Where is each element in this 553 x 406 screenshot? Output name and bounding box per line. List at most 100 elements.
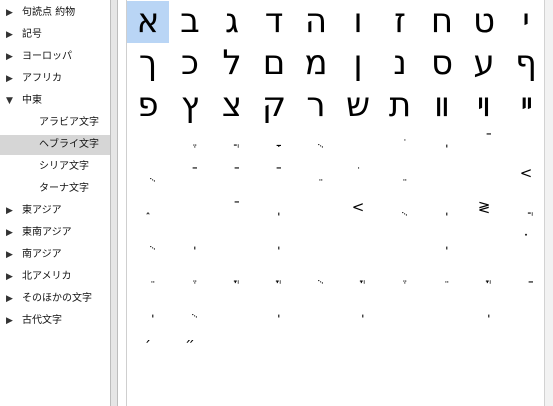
character-cell[interactable]: ס — [421, 43, 463, 85]
mark-cell[interactable]: ֿ — [463, 127, 505, 161]
mark-cell[interactable]: ֽ — [421, 127, 463, 161]
mark-cell[interactable]: ֽ — [253, 297, 295, 331]
disclosure-expanded-icon[interactable]: ▼ — [6, 91, 16, 111]
mark-cell[interactable]: ֵ — [379, 161, 421, 195]
sidebar-item[interactable]: アラビア文字 — [0, 113, 110, 133]
mark-cell[interactable]: ֽ — [127, 297, 169, 331]
character-cell[interactable]: ר — [295, 85, 337, 127]
mark-cell[interactable]: ֵ — [421, 263, 463, 297]
sidebar-item[interactable]: ▼ 中東 — [0, 91, 110, 111]
character-cell[interactable]: ף — [505, 43, 544, 85]
mark-cell[interactable]: ֽ — [253, 195, 295, 229]
disclosure-collapsed-icon[interactable]: ▶ — [6, 201, 16, 221]
sidebar-item[interactable]: ▶ 古代文字 — [0, 311, 110, 331]
mark-cell[interactable] — [337, 127, 379, 161]
character-cell[interactable]: ו — [337, 1, 379, 43]
mark-cell[interactable]: ׳ — [127, 331, 169, 365]
character-cell[interactable]: א — [127, 1, 169, 43]
character-cell[interactable]: ב — [169, 1, 211, 43]
mark-cell[interactable] — [127, 127, 169, 161]
mark-cell[interactable]: ֶ — [169, 127, 211, 161]
mark-cell[interactable] — [253, 331, 295, 365]
mark-cell[interactable]: ֵ — [295, 161, 337, 195]
mark-cell[interactable]: ֻ — [379, 195, 421, 229]
mark-cell[interactable] — [379, 297, 421, 331]
character-cell[interactable]: ץ — [169, 85, 211, 127]
character-cell[interactable]: ע — [463, 43, 505, 85]
sidebar-item[interactable]: ▶ 記号 — [0, 25, 110, 45]
mark-cell[interactable]: ֑ — [127, 195, 169, 229]
mark-cell[interactable]: ֽ — [337, 297, 379, 331]
mark-cell[interactable]: ֿ — [169, 161, 211, 195]
character-cell[interactable]: ױ — [463, 85, 505, 127]
disclosure-collapsed-icon[interactable]: ▶ — [6, 223, 16, 243]
disclosure-collapsed-icon[interactable]: ▶ — [6, 69, 16, 89]
mark-cell[interactable] — [463, 331, 505, 365]
mark-cell[interactable] — [337, 331, 379, 365]
sidebar-item[interactable]: ▶ ヨーロッパ — [0, 47, 110, 67]
character-cell[interactable]: ל — [211, 43, 253, 85]
mark-cell[interactable]: < — [337, 195, 379, 229]
mark-cell[interactable] — [421, 331, 463, 365]
mark-cell[interactable]: ֲ — [211, 127, 253, 161]
sidebar-item[interactable]: ターナ文字 — [0, 179, 110, 199]
mark-cell[interactable]: ֻ — [295, 263, 337, 297]
split-divider[interactable] — [110, 0, 118, 406]
mark-cell[interactable] — [211, 331, 253, 365]
sidebar-item[interactable]: ▶ 北アメリカ — [0, 267, 110, 287]
sidebar-item[interactable]: シリア文字 — [0, 157, 110, 177]
mark-cell[interactable]: ֳ — [211, 263, 253, 297]
sidebar-item[interactable]: ▶ そのほかの文字 — [0, 289, 110, 309]
mark-cell[interactable]: ֻ — [295, 127, 337, 161]
mark-cell[interactable] — [337, 229, 379, 263]
character-cell[interactable]: מ — [295, 43, 337, 85]
mark-cell[interactable]: ֽ — [421, 229, 463, 263]
mark-cell[interactable]: ֗ — [505, 229, 544, 263]
mark-cell[interactable]: ֻ — [127, 229, 169, 263]
character-cell[interactable]: ם — [253, 43, 295, 85]
mark-cell[interactable] — [211, 229, 253, 263]
character-cell[interactable]: י — [505, 1, 544, 43]
sidebar-item[interactable]: ▶ 句読点 約物 — [0, 3, 110, 23]
mark-cell[interactable]: ֳ — [463, 263, 505, 297]
character-cell[interactable]: פ — [127, 85, 169, 127]
mark-cell[interactable]: ֹ — [337, 161, 379, 195]
disclosure-collapsed-icon[interactable]: ▶ — [6, 47, 16, 67]
disclosure-collapsed-icon[interactable]: ▶ — [6, 311, 16, 331]
mark-cell[interactable]: ֿ — [211, 161, 253, 195]
mark-cell[interactable] — [421, 297, 463, 331]
mark-cell[interactable]: ּ — [379, 127, 421, 161]
mark-cell[interactable]: ָ — [253, 127, 295, 161]
mark-cell[interactable]: ֽ — [253, 229, 295, 263]
character-cell[interactable]: ד — [253, 1, 295, 43]
mark-cell[interactable]: ֽ — [421, 195, 463, 229]
mark-cell[interactable] — [295, 229, 337, 263]
disclosure-collapsed-icon[interactable]: ▶ — [6, 25, 16, 45]
character-cell[interactable]: װ — [421, 85, 463, 127]
disclosure-collapsed-icon[interactable]: ▶ — [6, 245, 16, 265]
mark-cell[interactable] — [379, 229, 421, 263]
mark-cell[interactable]: ״ — [169, 331, 211, 365]
mark-cell[interactable]: ֲ — [505, 195, 544, 229]
character-cell[interactable]: צ — [211, 85, 253, 127]
character-cell[interactable]: כ — [169, 43, 211, 85]
mark-cell[interactable] — [379, 331, 421, 365]
mark-cell[interactable]: ֽ — [463, 297, 505, 331]
mark-cell[interactable]: ֳ — [337, 263, 379, 297]
sidebar-item[interactable]: ▶ 東アジア — [0, 201, 110, 221]
mark-cell[interactable] — [463, 229, 505, 263]
mark-cell[interactable] — [463, 161, 505, 195]
mark-cell[interactable] — [295, 297, 337, 331]
mark-cell[interactable]: ֵ — [127, 263, 169, 297]
character-cell[interactable]: ג — [211, 1, 253, 43]
mark-cell[interactable] — [505, 331, 544, 365]
mark-cell[interactable]: ≷ — [463, 195, 505, 229]
mark-cell[interactable] — [421, 161, 463, 195]
sidebar-item[interactable]: ▶ 南アジア — [0, 245, 110, 265]
mark-cell[interactable]: ֽ — [169, 229, 211, 263]
mark-cell[interactable]: ֳ — [253, 263, 295, 297]
mark-cell[interactable] — [295, 195, 337, 229]
disclosure-collapsed-icon[interactable]: ▶ — [6, 3, 16, 23]
mark-cell[interactable] — [169, 195, 211, 229]
mark-cell[interactable]: ֿ — [211, 195, 253, 229]
